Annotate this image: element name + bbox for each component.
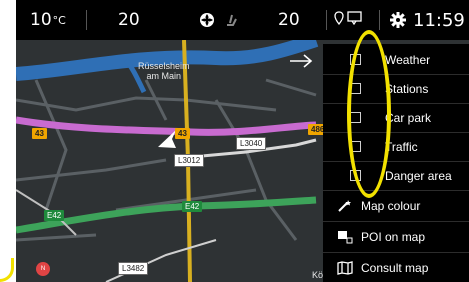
menu-item-traffic[interactable]: Traffic	[323, 132, 469, 161]
road-shield-e42-left: E42	[44, 210, 65, 221]
road-shield-l3482: L3482	[118, 262, 149, 275]
menu-item-label: Map colour	[361, 198, 421, 213]
menu-item-label: Weather	[385, 52, 431, 67]
poi-icon	[337, 229, 353, 245]
annotation-corner-mark	[0, 258, 14, 282]
gear-icon[interactable]	[390, 0, 406, 40]
menu-item-stations[interactable]: Stations	[323, 74, 469, 103]
road-shield-43-center: 43	[175, 128, 190, 139]
menu-item-map-colour[interactable]: Map colour	[323, 190, 469, 221]
map-options-menu: Weather Stations Car park Traffic Danger…	[323, 44, 469, 282]
fan-icon[interactable]	[198, 0, 216, 40]
outside-temp-unit: °C	[52, 13, 66, 27]
city-label: Rüsselsheim am Main	[138, 61, 190, 81]
road-shield-l3012: L3012	[174, 154, 205, 167]
compass-icon[interactable]: N	[36, 262, 50, 276]
outside-temperature: 10 °C	[30, 0, 66, 40]
road-shield-e42-center: E42	[182, 201, 203, 212]
menu-item-label: Danger area	[385, 168, 452, 183]
map-book-icon	[337, 260, 353, 276]
close-menu-arrow-icon[interactable]	[280, 44, 322, 78]
menu-item-danger-area[interactable]: Danger area	[323, 161, 469, 190]
climate-temp-left[interactable]: 20	[118, 0, 140, 40]
message-icon	[347, 11, 362, 29]
palette-wand-icon	[337, 198, 353, 214]
road-shield-l3040: L3040	[236, 137, 267, 150]
road-shield-43-left: 43	[32, 128, 47, 139]
status-divider	[379, 10, 380, 30]
menu-item-label: Stations	[385, 81, 429, 96]
menu-item-consult-map[interactable]: Consult map	[323, 252, 469, 282]
annotation-highlight-oval	[347, 30, 391, 198]
menu-item-car-park[interactable]: Car park	[323, 103, 469, 132]
outside-temp-value: 10	[30, 10, 52, 30]
menu-item-weather[interactable]: Weather	[323, 45, 469, 74]
menu-item-poi-on-map[interactable]: POI on map	[323, 221, 469, 252]
menu-item-label: Consult map	[361, 260, 429, 275]
status-divider	[86, 10, 87, 30]
status-divider	[326, 10, 327, 30]
menu-item-label: Car park	[385, 110, 432, 125]
clock: 11:59	[413, 9, 465, 31]
menu-item-label: Traffic	[385, 139, 418, 154]
status-bar: 10 °C 20 20 11:59	[16, 0, 469, 40]
status-icons	[334, 0, 362, 40]
climate-temp-right[interactable]: 20	[278, 0, 300, 40]
location-pin-icon	[334, 11, 344, 29]
menu-item-label: POI on map	[361, 229, 426, 244]
map-place-label: Kö	[312, 270, 324, 280]
infotainment-screen: Rüsselsheim am Main 43 43 486 L3012 L304…	[16, 0, 469, 282]
seat-airflow-icon[interactable]	[223, 0, 241, 40]
